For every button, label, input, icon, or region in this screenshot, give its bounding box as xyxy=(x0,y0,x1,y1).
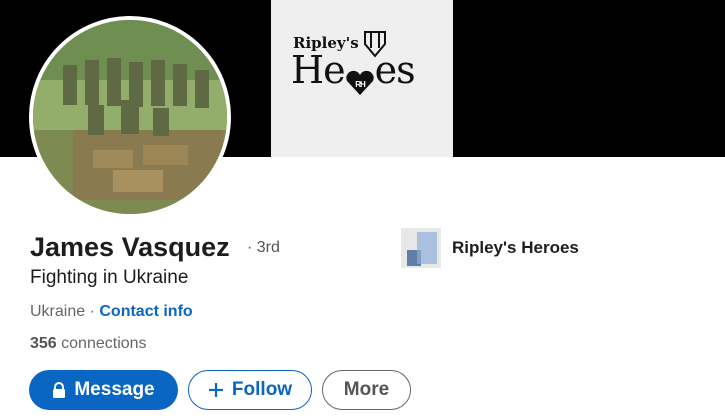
follow-button-label: Follow xyxy=(231,379,293,400)
separator-dot: · xyxy=(85,303,100,320)
connections-label: connections xyxy=(56,335,147,352)
banner-logo: Ripley's He RH es xyxy=(271,0,453,157)
follow-button[interactable]: Follow xyxy=(188,370,312,410)
message-button-label: Message xyxy=(74,379,155,400)
profile-location: Ukraine xyxy=(30,303,86,320)
company-logo xyxy=(401,228,441,268)
message-button[interactable]: Message xyxy=(29,370,178,410)
connection-degree: · 3rd xyxy=(247,239,280,256)
more-button-label: More xyxy=(343,379,390,400)
banner-logo-wordmark: He RH es xyxy=(291,48,416,95)
more-button[interactable]: More xyxy=(322,370,411,410)
company-name: Ripley's Heroes xyxy=(452,238,579,257)
profile-avatar[interactable] xyxy=(29,16,231,218)
profile-headline: Fighting in Ukraine xyxy=(30,267,189,288)
contact-info-link[interactable]: Contact info xyxy=(99,303,192,320)
lock-icon xyxy=(52,382,66,398)
current-company[interactable]: Ripley's Heroes xyxy=(401,228,579,268)
connections-count[interactable]: 356 connections xyxy=(30,335,147,353)
location-row: Ukraine · Contact info xyxy=(30,303,193,321)
connections-number: 356 xyxy=(30,335,57,352)
avatar-photo xyxy=(33,20,227,214)
heart-icon: RH xyxy=(345,61,375,95)
svg-text:RH: RH xyxy=(355,80,366,89)
plus-icon xyxy=(208,382,224,398)
profile-name: James Vasquez xyxy=(30,232,230,262)
